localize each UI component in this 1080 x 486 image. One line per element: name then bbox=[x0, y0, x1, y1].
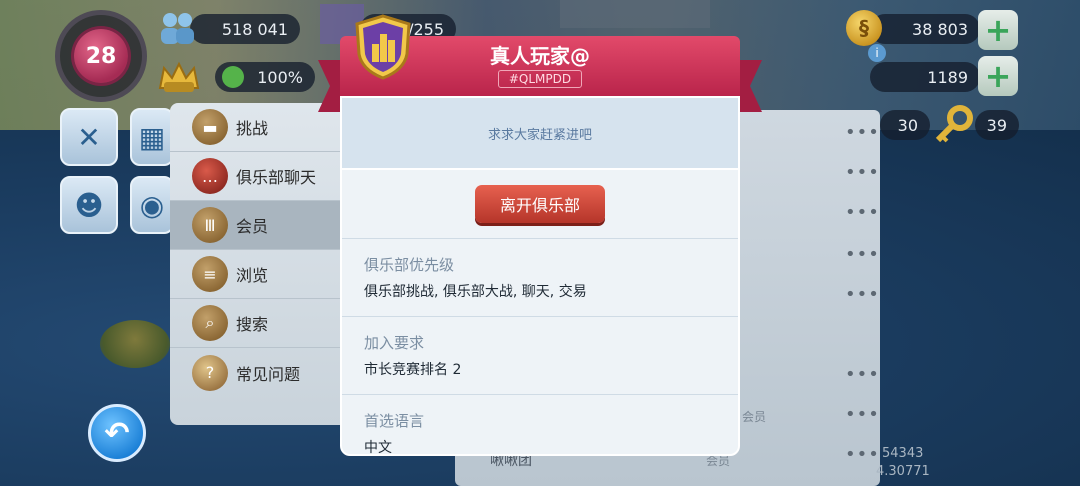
happiness-value: 100% bbox=[257, 67, 303, 87]
menu-item-label: 会员 bbox=[236, 217, 269, 236]
club-name: 真人玩家@ bbox=[490, 44, 590, 68]
menu-item-label: 浏览 bbox=[236, 266, 269, 285]
keys-value: 39 bbox=[986, 115, 1007, 135]
gold-value: 1189 bbox=[927, 67, 968, 87]
preferred-language-section: 首选语言 中文 bbox=[342, 394, 738, 456]
more-options-icon[interactable]: ••• bbox=[845, 404, 880, 425]
menu-item-faq[interactable]: ? 常见问题 bbox=[170, 348, 350, 397]
chat-icon: … bbox=[192, 158, 228, 194]
club-emblem-icon bbox=[355, 14, 411, 80]
browse-icon: ≡ bbox=[192, 256, 228, 292]
menu-item-browse[interactable]: ≡ 浏览 bbox=[170, 250, 350, 299]
menu-item-label: 挑战 bbox=[236, 119, 269, 138]
back-arrow-icon: ↶ bbox=[104, 415, 130, 451]
leave-section: 离开俱乐部 bbox=[342, 170, 738, 238]
search-icon: ⌕ bbox=[192, 305, 228, 341]
counter-a-value: 30 bbox=[897, 115, 918, 135]
calendar-icon: ▦ bbox=[138, 120, 166, 154]
island-decoration bbox=[100, 320, 170, 368]
more-options-icon[interactable]: ••• bbox=[845, 244, 880, 265]
menu-item-club-chat[interactable]: … 俱乐部聊天 bbox=[170, 152, 350, 201]
faint-number-b: 4.30771 bbox=[876, 464, 930, 479]
club-info-dialog: 求求大家赶紧进吧 离开俱乐部 俱乐部优先级 俱乐部挑战, 俱乐部大战, 聊天, … bbox=[340, 96, 740, 456]
counter-a: 30 bbox=[880, 110, 930, 140]
keys-counter: 39 bbox=[975, 110, 1019, 140]
leave-club-button[interactable]: 离开俱乐部 bbox=[475, 185, 605, 223]
level-badge: 28 bbox=[74, 29, 128, 83]
preferred-language-label: 首选语言 bbox=[364, 412, 425, 430]
add-gold-button[interactable]: + bbox=[978, 56, 1018, 96]
plus-icon: + bbox=[984, 57, 1012, 95]
simcash-coin-icon: § bbox=[846, 10, 882, 46]
join-requirement-label: 加入要求 bbox=[364, 334, 425, 352]
city-buildings bbox=[560, 0, 710, 28]
club-motto: 求求大家赶紧进吧 bbox=[342, 98, 738, 170]
club-side-menu: ▬ 挑战 … 俱乐部聊天 Ⅲ 会员 ≡ 浏览 ⌕ 搜索 ? 常见问题 bbox=[170, 103, 350, 425]
menu-item-label: 常见问题 bbox=[236, 364, 301, 384]
population-counter[interactable]: 518 041 bbox=[190, 14, 300, 44]
population-icon bbox=[161, 13, 194, 44]
chest-icon: ▬ bbox=[192, 109, 228, 145]
menu-item-label: 俱乐部聊天 bbox=[236, 168, 317, 187]
tools-icon: ✕ bbox=[77, 120, 101, 154]
key-icon bbox=[935, 105, 973, 143]
gamepad-icon: ◉ bbox=[139, 188, 165, 222]
menu-item-members[interactable]: Ⅲ 会员 bbox=[170, 201, 350, 250]
level-ring[interactable]: 28 bbox=[55, 10, 147, 102]
club-priority-value: 俱乐部挑战, 俱乐部大战, 聊天, 交易 bbox=[364, 284, 587, 300]
simcash-value: 38 803 bbox=[912, 19, 968, 39]
club-button[interactable]: ☻ bbox=[60, 176, 118, 234]
join-requirement-value: 市长竞赛排名 2 bbox=[364, 362, 462, 378]
club-priority-section: 俱乐部优先级 俱乐部挑战, 俱乐部大战, 聊天, 交易 bbox=[342, 238, 738, 316]
club-tag[interactable]: #QLMPDD bbox=[498, 70, 582, 88]
calendar-button[interactable]: ▦ bbox=[130, 108, 174, 166]
plus-icon: + bbox=[984, 11, 1012, 49]
faq-book-icon: ? bbox=[192, 354, 228, 391]
population-value: 518 041 bbox=[221, 19, 288, 39]
members-icon: Ⅲ bbox=[192, 207, 228, 243]
simcash-counter[interactable]: 38 803 bbox=[870, 14, 980, 44]
info-icon[interactable]: i bbox=[868, 44, 886, 62]
more-options-icon[interactable]: ••• bbox=[845, 122, 880, 143]
member-rank-fragment: 会员 bbox=[742, 410, 767, 424]
more-options-icon[interactable]: ••• bbox=[845, 444, 880, 465]
menu-item-label: 搜索 bbox=[236, 315, 269, 334]
gamepad-button[interactable]: ◉ bbox=[130, 176, 174, 234]
more-options-icon[interactable]: ••• bbox=[845, 202, 880, 223]
menu-item-search[interactable]: ⌕ 搜索 bbox=[170, 299, 350, 348]
more-options-icon[interactable]: ••• bbox=[845, 364, 880, 385]
add-simcash-button[interactable]: + bbox=[978, 10, 1018, 50]
back-button[interactable]: ↶ bbox=[88, 404, 146, 462]
tools-button[interactable]: ✕ bbox=[60, 108, 118, 166]
join-requirement-section: 加入要求 市长竞赛排名 2 bbox=[342, 316, 738, 394]
club-people-icon: ☻ bbox=[74, 188, 104, 222]
club-priority-label: 俱乐部优先级 bbox=[364, 256, 455, 274]
more-options-icon[interactable]: ••• bbox=[845, 162, 880, 183]
preferred-language-value: 中文 bbox=[364, 440, 392, 456]
gold-counter[interactable]: 1189 bbox=[870, 62, 980, 92]
smiley-icon bbox=[222, 66, 244, 88]
vip-crown-icon bbox=[158, 61, 200, 92]
faint-number-a: 54343 bbox=[882, 446, 924, 461]
more-options-icon[interactable]: ••• bbox=[845, 284, 880, 305]
